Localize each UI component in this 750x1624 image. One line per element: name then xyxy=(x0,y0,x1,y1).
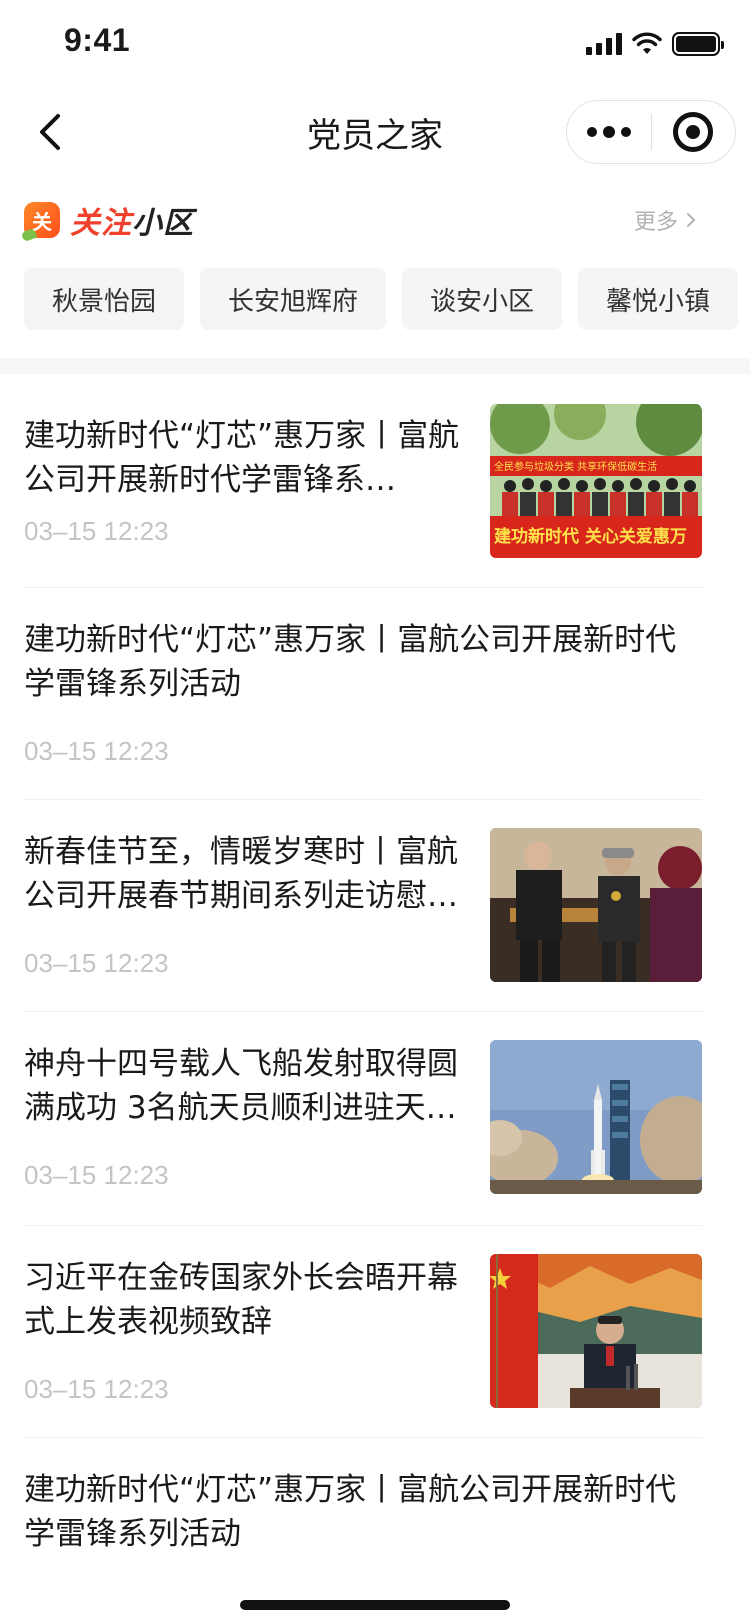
news-item[interactable]: 习近平在金砖国家外长会晤开幕式上发表视频致辞 03–15 12:23 xyxy=(24,1226,702,1438)
news-thumbnail xyxy=(490,828,702,982)
news-title: 习近平在金砖国家外长会晤开幕式上发表视频致辞 xyxy=(24,1260,458,1340)
news-item[interactable]: 建功新时代“灯芯”惠万家丨富航公司开展新时代学雷锋系列活动 03–15 12:2… xyxy=(24,588,702,800)
video-address-photo xyxy=(490,1254,702,1408)
follow-title-red: 关注 xyxy=(70,206,132,241)
status-time: 9:41 xyxy=(64,22,131,58)
svg-text:全民参与垃圾分类 共享环保低碳生活: 全民参与垃圾分类 共享环保低碳生活 xyxy=(494,460,657,473)
home-indicator xyxy=(240,1600,510,1610)
more-link[interactable]: 更多 xyxy=(634,204,696,236)
news-time: 03–15 12:23 xyxy=(24,516,169,546)
svg-text:建功新时代 关心关爱惠万: 建功新时代 关心关爱惠万 xyxy=(494,526,687,547)
status-icons xyxy=(586,30,724,58)
news-item[interactable]: 建功新时代“灯芯”惠万家丨富航公司开展新时代学雷锋系… 03–15 12:23 … xyxy=(24,374,702,588)
target-icon xyxy=(673,112,714,152)
chevron-right-icon xyxy=(687,213,696,227)
news-item[interactable]: 神舟十四号载人飞船发射取得圆满成功 3名航天员顺利进驻天… 03–15 12:2… xyxy=(24,1012,702,1226)
news-time: 03–15 12:23 xyxy=(24,1160,169,1190)
news-title: 神舟十四号载人飞船发射取得圆满成功 3名航天员顺利进驻天… xyxy=(24,1046,458,1126)
more-menu-button[interactable] xyxy=(567,100,651,164)
news-title: 建功新时代“灯芯”惠万家丨富航公司开展新时代学雷锋系列活动 xyxy=(24,622,677,702)
community-chips-scroller[interactable]: 秋景怡园 长安旭辉府 谈安小区 馨悦小镇 xyxy=(0,268,750,330)
community-chips: 秋景怡园 长安旭辉府 谈安小区 馨悦小镇 xyxy=(24,268,739,330)
battery-icon xyxy=(672,32,724,56)
follow-title-dark: 小区 xyxy=(132,206,194,241)
news-item[interactable]: 建功新时代“灯芯”惠万家丨富航公司开展新时代学雷锋系列活动 xyxy=(24,1438,702,1624)
dot-icon xyxy=(586,127,597,137)
dot-icon xyxy=(620,127,631,137)
follow-community-header: 关 关注小区 更多 xyxy=(24,196,724,244)
follow-logo-icon: 关 xyxy=(24,202,60,238)
community-chip[interactable]: 长安旭辉府 xyxy=(200,268,387,330)
follow-section-title: 关注小区 xyxy=(70,198,194,242)
more-label: 更多 xyxy=(633,210,678,235)
news-time: 03–15 12:23 xyxy=(24,1374,169,1404)
nav-bar: 党员之家 xyxy=(0,88,750,176)
news-time: 03–15 12:23 xyxy=(24,948,169,978)
rocket-launch-photo xyxy=(490,1040,702,1194)
news-title: 建功新时代“灯芯”惠万家丨富航公司开展新时代学雷锋系列活动 xyxy=(24,1472,677,1552)
news-thumbnail xyxy=(490,1254,702,1408)
section-divider xyxy=(0,358,750,374)
cellular-signal-icon xyxy=(586,33,622,55)
news-title: 新春佳节至，情暖岁寒时丨富航公司开展春节期间系列走访慰… xyxy=(24,834,458,914)
wifi-icon xyxy=(632,32,662,54)
close-miniprogram-button[interactable] xyxy=(652,100,736,164)
dot-icon xyxy=(602,126,615,138)
news-thumbnail: 全民参与垃圾分类 共享环保低碳生活 建功新时代 关心关爱惠万 xyxy=(490,404,702,558)
miniprogram-capsule xyxy=(566,100,736,164)
volunteer-group-photo: 全民参与垃圾分类 共享环保低碳生活 建功新时代 关心关爱惠万 xyxy=(490,404,702,558)
community-chip[interactable]: 馨悦小镇 xyxy=(578,268,739,330)
community-chip[interactable]: 谈安小区 xyxy=(402,268,563,330)
news-time: 03–15 12:23 xyxy=(24,736,169,766)
status-bar: 9:41 xyxy=(0,0,750,88)
news-title: 建功新时代“灯芯”惠万家丨富航公司开展新时代学雷锋系… xyxy=(24,418,460,498)
visit-elderly-photo xyxy=(490,828,702,982)
news-item[interactable]: 新春佳节至，情暖岁寒时丨富航公司开展春节期间系列走访慰… 03–15 12:23 xyxy=(24,800,702,1012)
news-thumbnail xyxy=(490,1040,702,1194)
community-chip[interactable]: 秋景怡园 xyxy=(24,268,185,330)
